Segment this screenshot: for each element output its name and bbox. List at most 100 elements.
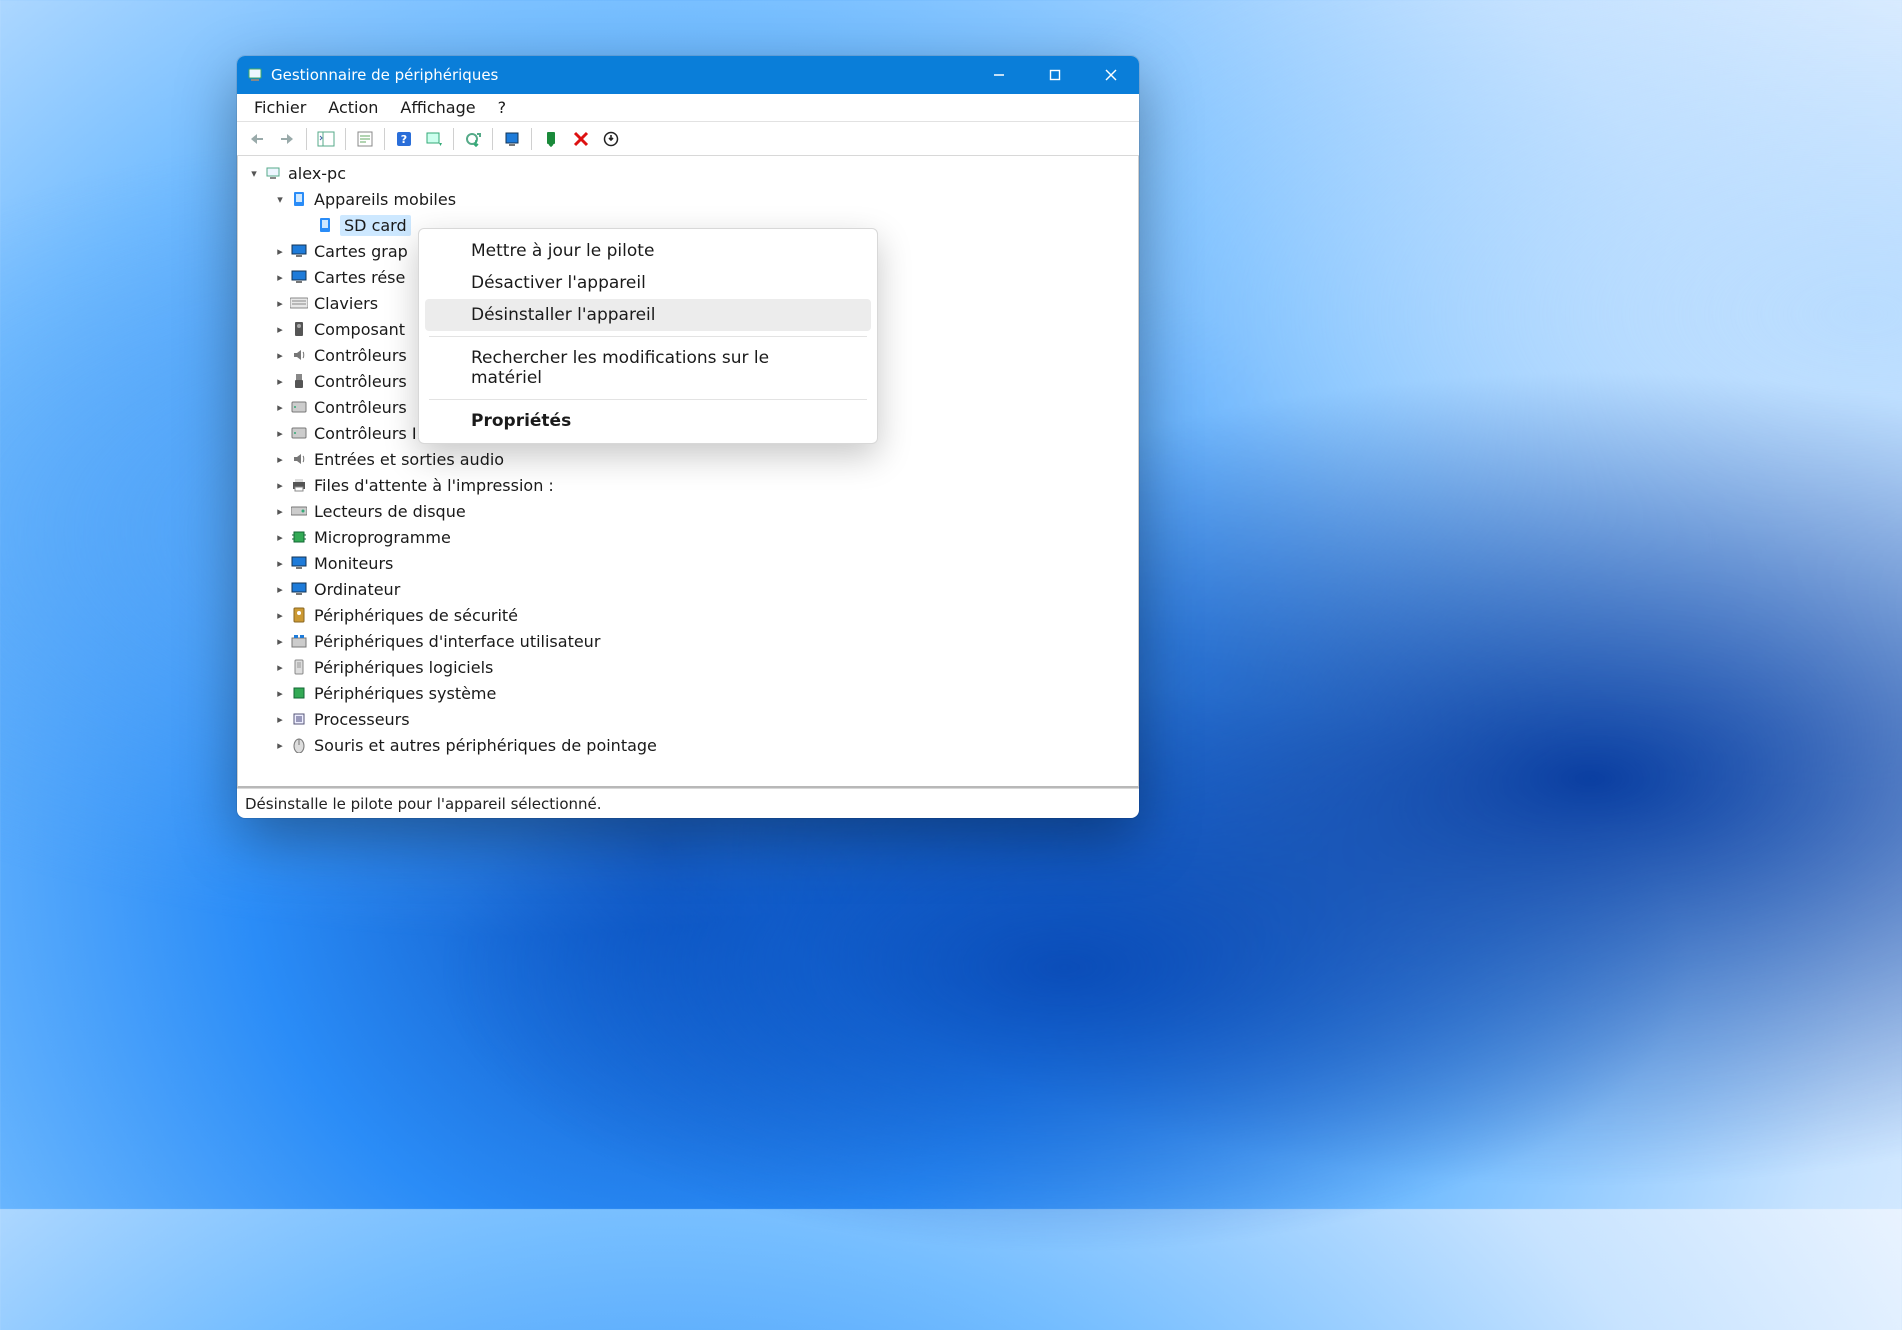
category-disk-drives[interactable]: ▸ Lecteurs de disque xyxy=(238,498,1138,524)
category-print-queues[interactable]: ▸ Files d'attente à l'impression : xyxy=(238,472,1138,498)
ctx-uninstall-device[interactable]: Désinstaller l'appareil xyxy=(425,299,871,331)
mobile-icon xyxy=(290,190,308,208)
expand-icon[interactable]: ▸ xyxy=(272,607,288,623)
show-hide-tree-button[interactable] xyxy=(312,126,340,152)
ctx-scan-hardware-changes[interactable]: Rechercher les modifications sur le maté… xyxy=(425,342,871,394)
storage-icon xyxy=(290,424,308,442)
menu-action[interactable]: Action xyxy=(317,96,389,119)
security-icon xyxy=(290,606,308,624)
disable-device-button[interactable] xyxy=(537,126,565,152)
chip-icon xyxy=(290,684,308,702)
tree-label: Cartes grap xyxy=(314,242,408,261)
category-system-devices[interactable]: ▸ Périphériques système xyxy=(238,680,1138,706)
help-button[interactable]: ? xyxy=(390,126,418,152)
tree-label: Souris et autres périphériques de pointa… xyxy=(314,736,657,755)
expand-icon[interactable]: ▸ xyxy=(272,477,288,493)
tree-label: Appareils mobiles xyxy=(314,190,456,209)
category-software-devices[interactable]: ▸ Périphériques logiciels xyxy=(238,654,1138,680)
tree-label: Cartes rése xyxy=(314,268,405,287)
component-icon xyxy=(290,320,308,338)
collapse-icon[interactable]: ▾ xyxy=(246,165,262,181)
ctx-separator xyxy=(429,336,867,337)
scan-changes-button[interactable] xyxy=(597,126,625,152)
category-security-devices[interactable]: ▸ Périphériques de sécurité xyxy=(238,602,1138,628)
minimize-button[interactable] xyxy=(971,56,1027,94)
expand-icon[interactable]: ▸ xyxy=(272,633,288,649)
status-text: Désinstalle le pilote pour l'appareil sé… xyxy=(245,795,602,813)
category-mobile-devices[interactable]: ▾ Appareils mobiles xyxy=(238,186,1138,212)
monitor-icon xyxy=(290,554,308,572)
category-mice-pointing[interactable]: ▸ Souris et autres périphériques de poin… xyxy=(238,732,1138,758)
category-monitors[interactable]: ▸ Moniteurs xyxy=(238,550,1138,576)
expand-icon[interactable]: ▸ xyxy=(272,529,288,545)
update-driver-button[interactable] xyxy=(459,126,487,152)
window-title: Gestionnaire de périphériques xyxy=(271,66,498,84)
tree-label: Lecteurs de disque xyxy=(314,502,466,521)
menu-help[interactable]: ? xyxy=(487,96,518,119)
hid-icon xyxy=(290,632,308,650)
sound-icon xyxy=(290,346,308,364)
back-button[interactable] xyxy=(243,126,271,152)
tree-label: alex-pc xyxy=(288,164,346,183)
collapse-icon[interactable]: ▾ xyxy=(272,191,288,207)
expand-icon[interactable]: ▸ xyxy=(272,321,288,337)
expand-icon[interactable]: ▸ xyxy=(272,295,288,311)
forward-button[interactable] xyxy=(273,126,301,152)
menu-file[interactable]: Fichier xyxy=(243,96,317,119)
category-computer[interactable]: ▸ Ordinateur xyxy=(238,576,1138,602)
expand-icon[interactable]: ▸ xyxy=(272,659,288,675)
category-hid[interactable]: ▸ Périphériques d'interface utilisateur xyxy=(238,628,1138,654)
expand-icon[interactable]: ▸ xyxy=(272,711,288,727)
enable-device-button[interactable] xyxy=(498,126,526,152)
menubar: Fichier Action Affichage ? xyxy=(237,94,1139,122)
ctx-separator xyxy=(429,399,867,400)
category-processors[interactable]: ▸ Processeurs xyxy=(238,706,1138,732)
device-tree[interactable]: ▾ alex-pc ▾ Appareils mobiles SD card ▸ … xyxy=(237,156,1139,788)
expand-icon[interactable]: ▸ xyxy=(272,503,288,519)
menu-view[interactable]: Affichage xyxy=(389,96,486,119)
close-button[interactable] xyxy=(1083,56,1139,94)
expand-icon[interactable]: ▸ xyxy=(272,243,288,259)
category-audio-inputs-outputs[interactable]: ▸ Entrées et sorties audio xyxy=(238,446,1138,472)
expand-icon[interactable]: ▸ xyxy=(272,737,288,753)
titlebar[interactable]: Gestionnaire de périphériques xyxy=(237,56,1139,94)
properties-button[interactable] xyxy=(351,126,379,152)
tree-root[interactable]: ▾ alex-pc xyxy=(238,160,1138,186)
expand-icon[interactable]: ▸ xyxy=(272,555,288,571)
tree-label: Contrôleurs xyxy=(314,398,407,417)
keyboard-icon xyxy=(290,294,308,312)
ctx-update-driver[interactable]: Mettre à jour le pilote xyxy=(425,235,871,267)
display-icon xyxy=(290,242,308,260)
expand-icon[interactable]: ▸ xyxy=(272,399,288,415)
sound-icon xyxy=(290,450,308,468)
computer-icon xyxy=(264,164,282,182)
expand-icon[interactable]: ▸ xyxy=(272,347,288,363)
tree-label: Composant xyxy=(314,320,405,339)
tree-label: Processeurs xyxy=(314,710,410,729)
ctx-disable-device[interactable]: Désactiver l'appareil xyxy=(425,267,871,299)
expand-icon[interactable]: ▸ xyxy=(272,581,288,597)
tree-label: Microprogramme xyxy=(314,528,451,547)
tree-label: Périphériques système xyxy=(314,684,496,703)
computer-icon xyxy=(290,580,308,598)
scan-hardware-button[interactable] xyxy=(420,126,448,152)
sdcard-icon xyxy=(316,216,334,234)
uninstall-device-button[interactable] xyxy=(567,126,595,152)
category-firmware[interactable]: ▸ Microprogramme xyxy=(238,524,1138,550)
expand-icon[interactable]: ▸ xyxy=(272,373,288,389)
expand-icon[interactable]: ▸ xyxy=(272,451,288,467)
toolbar: ? xyxy=(237,122,1139,156)
maximize-button[interactable] xyxy=(1027,56,1083,94)
expand-icon[interactable]: ▸ xyxy=(272,269,288,285)
tree-label: Entrées et sorties audio xyxy=(314,450,504,469)
toolbar-separator xyxy=(531,128,532,150)
usb-icon xyxy=(290,372,308,390)
ctx-properties[interactable]: Propriétés xyxy=(425,405,871,437)
cpu-icon xyxy=(290,710,308,728)
toolbar-separator xyxy=(345,128,346,150)
expand-icon[interactable]: ▸ xyxy=(272,425,288,441)
expand-icon[interactable]: ▸ xyxy=(272,685,288,701)
tree-spacer xyxy=(298,217,314,233)
toolbar-separator xyxy=(306,128,307,150)
toolbar-separator xyxy=(453,128,454,150)
